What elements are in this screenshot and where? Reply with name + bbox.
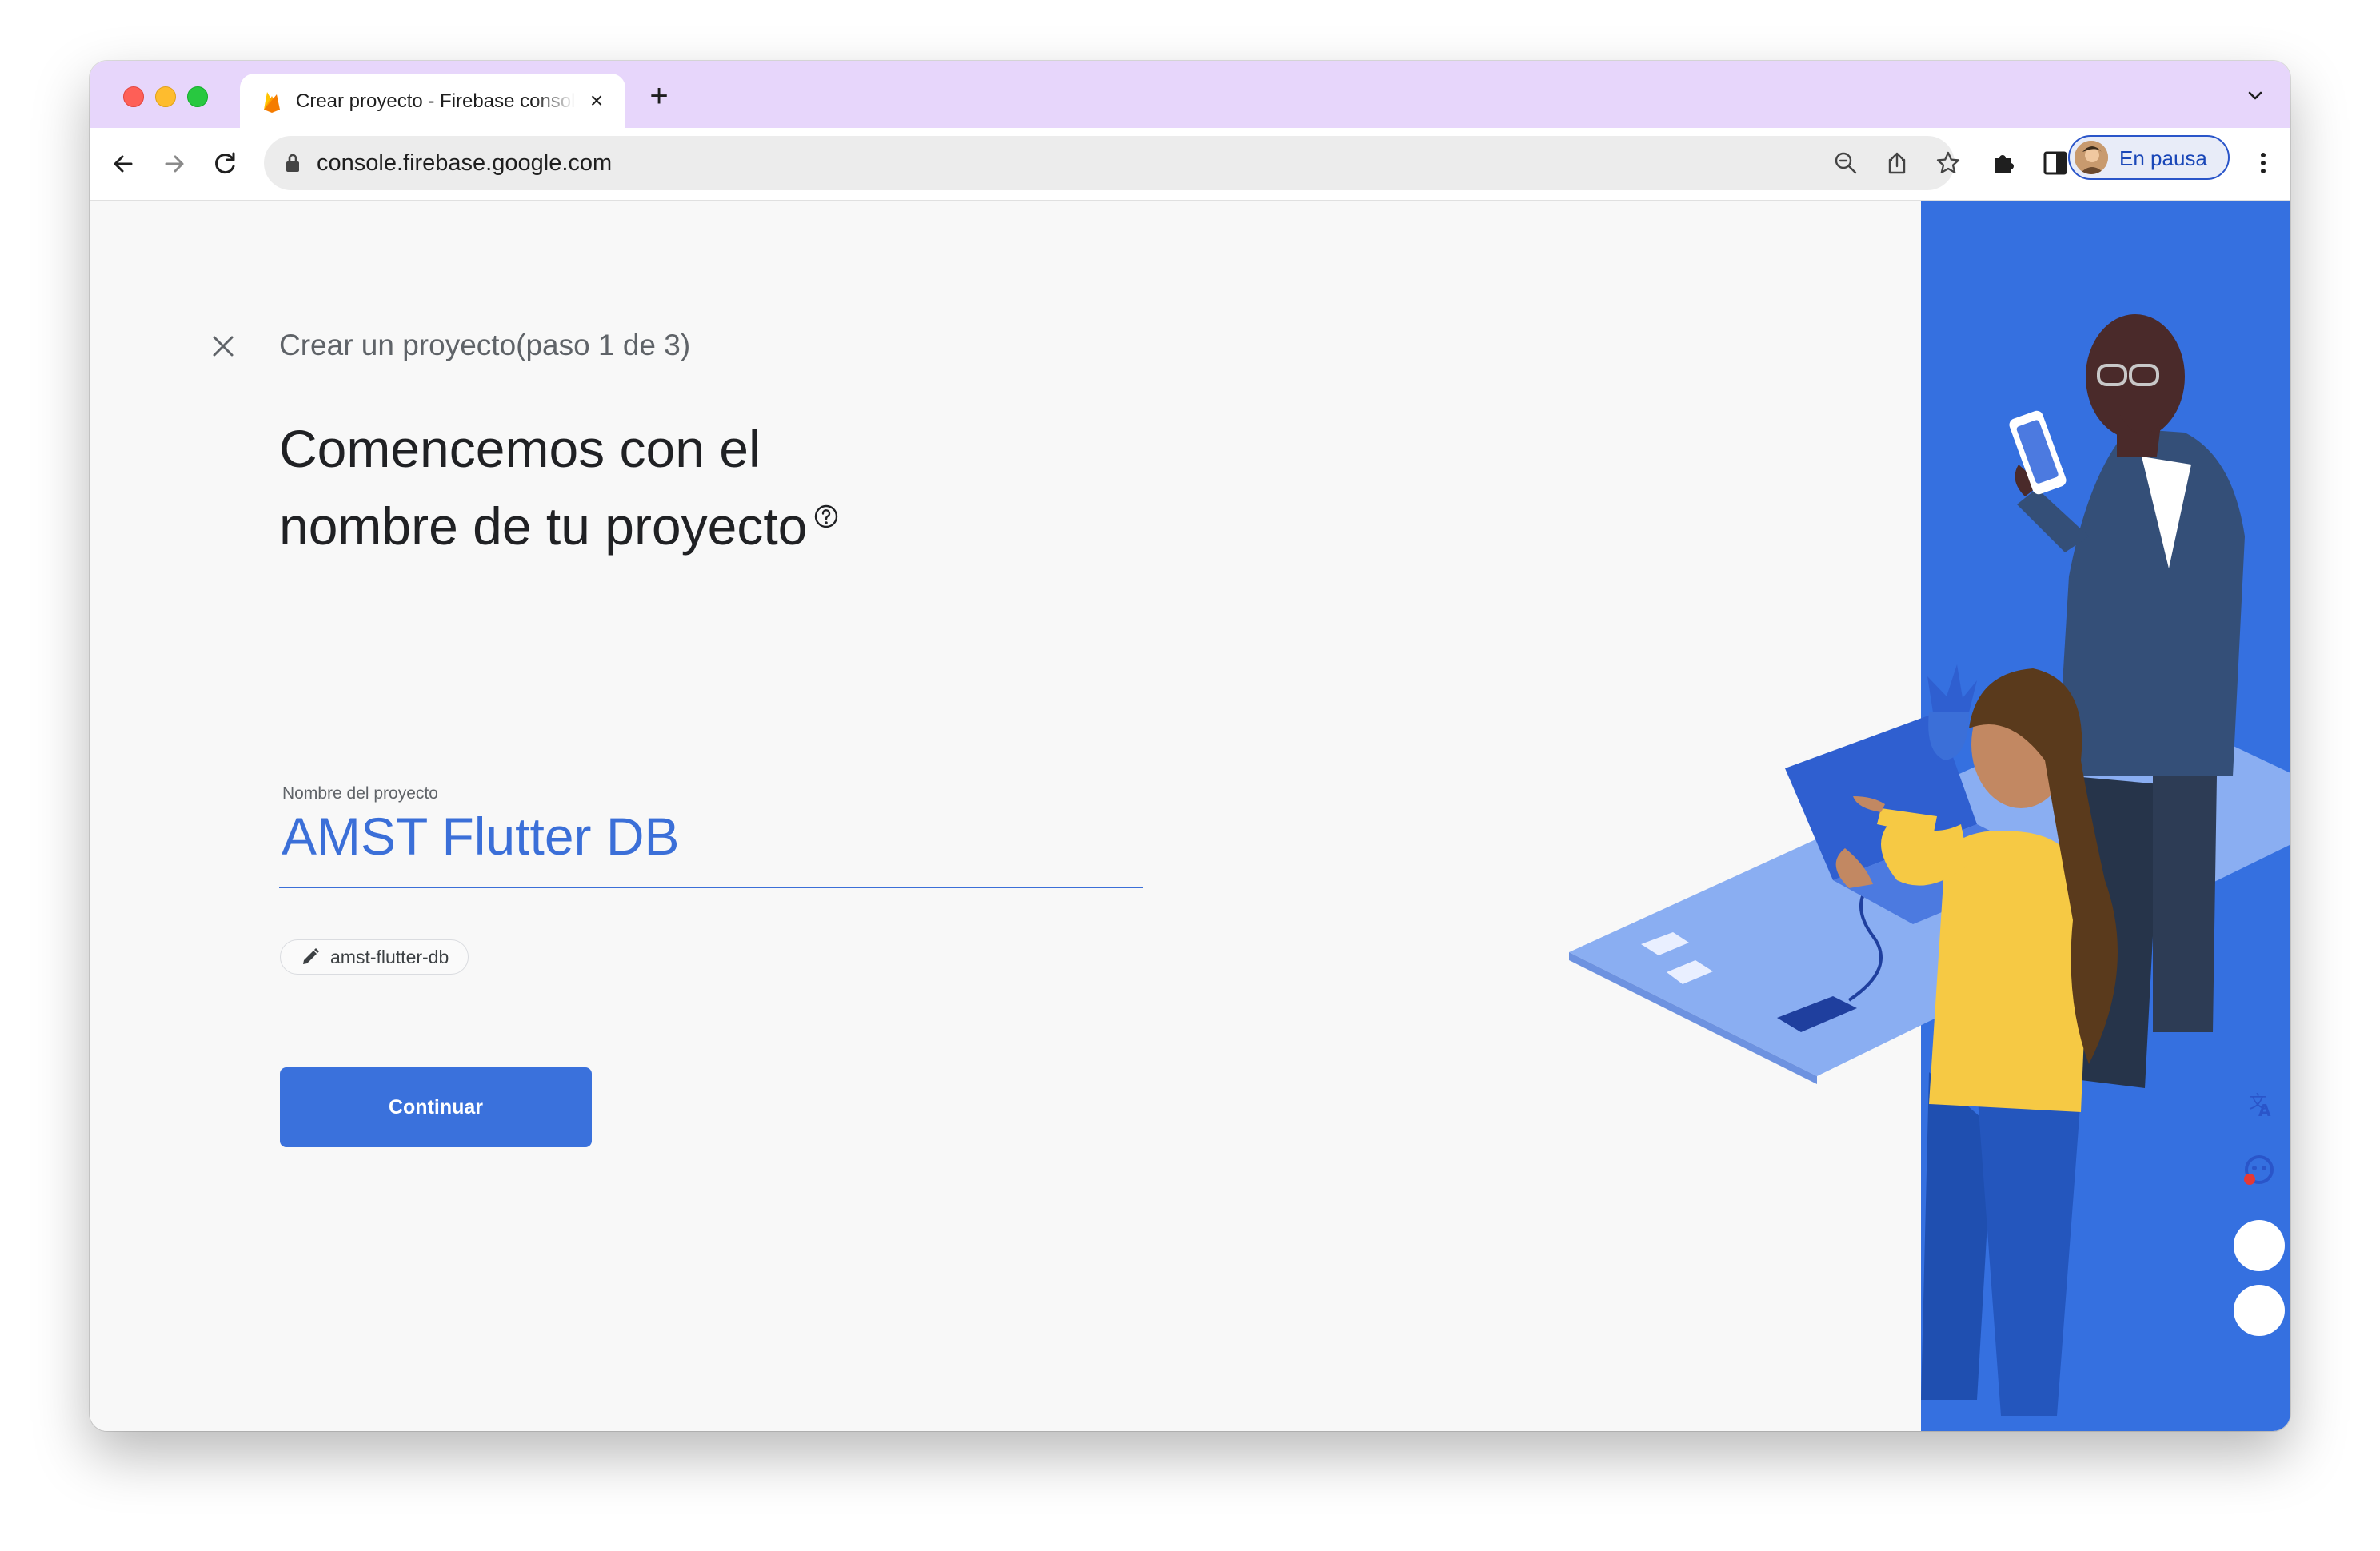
browser-window: Crear proyecto - Firebase console × + co… [90, 61, 2290, 1431]
headline-line-2: nombre de tu proyecto [279, 488, 999, 565]
new-tab-button[interactable]: + [643, 80, 675, 114]
step-title: Crear un proyecto(paso 1 de 3) [279, 329, 691, 361]
forward-icon[interactable] [160, 150, 189, 178]
project-name-input[interactable] [279, 808, 1143, 864]
pencil-icon [303, 948, 319, 964]
tab-firebase[interactable]: Crear proyecto - Firebase console × [240, 74, 625, 128]
headline-line-1: Comencemos con el [279, 419, 761, 478]
firebase-flame-icon [264, 92, 280, 113]
profile-status-label: En pausa [2119, 146, 2207, 170]
share-icon[interactable] [1884, 150, 1910, 176]
project-id-text: amst-flutter-db [330, 947, 449, 967]
bookmark-star-icon[interactable] [1935, 150, 1961, 176]
avatar [2075, 141, 2108, 174]
side-panel-icon[interactable] [2041, 149, 2070, 177]
assistant-icon [2244, 1155, 2274, 1185]
hero-illustration [1569, 201, 2290, 1431]
reload-icon[interactable] [211, 150, 240, 178]
back-icon[interactable] [109, 150, 138, 178]
zoom-icon[interactable] [1833, 150, 1859, 176]
url-text[interactable]: console.firebase.google.com [317, 150, 612, 177]
assistant-button[interactable] [2234, 1144, 2285, 1195]
headline-line-2-text: nombre de tu proyecto [279, 496, 808, 556]
close-tab-icon[interactable]: × [585, 90, 608, 112]
profile-button[interactable]: En pausa [2068, 135, 2230, 180]
extensions-icon[interactable] [1990, 149, 2019, 177]
address-bar[interactable]: console.firebase.google.com [264, 136, 1960, 190]
firebase-create-project-page: Crear un proyecto(paso 1 de 3) Comencemo… [90, 201, 2290, 1431]
kebab-menu-icon[interactable] [2249, 149, 2278, 177]
translate-button[interactable]: 文 A [2234, 1079, 2285, 1130]
tab-search-chevron-icon[interactable] [2244, 85, 2266, 107]
help-icon[interactable] [813, 504, 839, 529]
close-icon[interactable] [211, 334, 235, 358]
browser-toolbar: console.firebase.google.com En pausa [90, 128, 2290, 201]
project-name-underline [279, 887, 1143, 888]
tab-strip: Crear proyecto - Firebase console × + [90, 61, 2290, 128]
continue-button[interactable]: Continuar [280, 1067, 592, 1147]
page-title: Comencemos con el nombre de tu proyecto [279, 410, 999, 565]
svg-text:A: A [2258, 1101, 2271, 1120]
project-name-label: Nombre del proyecto [282, 784, 438, 803]
translate-icon: 文 A [2249, 1093, 2271, 1120]
close-window-button[interactable] [123, 86, 144, 107]
minimize-window-button[interactable] [155, 86, 176, 107]
project-id-chip[interactable]: amst-flutter-db [280, 939, 469, 975]
tab-title: Crear proyecto - Firebase console [296, 90, 576, 112]
maximize-window-button[interactable] [187, 86, 208, 107]
lock-icon[interactable] [283, 152, 302, 174]
